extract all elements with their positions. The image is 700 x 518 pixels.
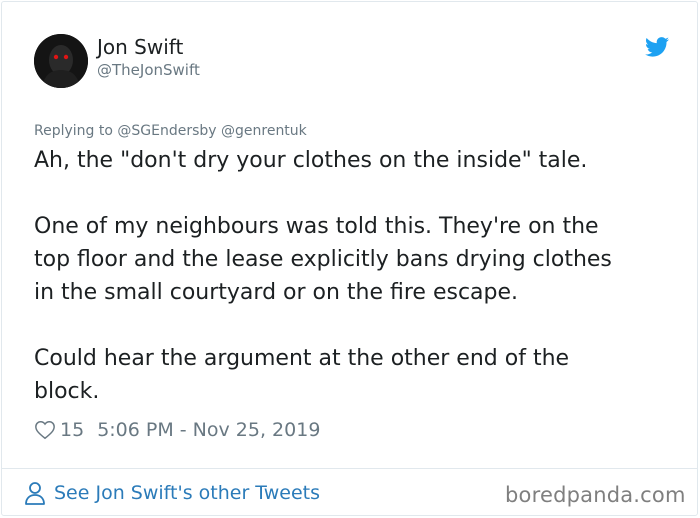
like-count[interactable]: 15 — [60, 419, 84, 441]
tweet-body: Ah, the "don't dry your clothes on the i… — [34, 144, 684, 408]
see-other-tweets-link[interactable]: See Jon Swift's other Tweets — [24, 481, 320, 505]
tweet-card: Jon Swift @TheJonSwift Replying to @SGEn… — [1, 1, 698, 516]
see-other-tweets-label[interactable]: See Jon Swift's other Tweets — [54, 482, 320, 504]
author-name[interactable]: Jon Swift — [97, 35, 183, 59]
tweet-text-line: block. — [34, 379, 100, 404]
twitter-bird-icon[interactable] — [645, 37, 669, 57]
person-outline-icon — [25, 482, 45, 505]
tweet-text-line: Ah, the "don't dry your clothes on the i… — [34, 148, 588, 173]
tweet-text-line: Could hear the argument at the other end… — [34, 346, 570, 371]
tweet-text-line: One of my neighbours was told this. They… — [34, 214, 599, 239]
footer-divider — [1, 468, 698, 469]
tweet-text-line: top floor and the lease explicitly bans … — [34, 247, 612, 272]
tweet-text-line: in the small courtyard or on the fire es… — [34, 280, 519, 305]
watermark: boredpanda.com — [505, 483, 686, 507]
replying-to[interactable]: Replying to @SGEndersby @genrentuk — [34, 123, 307, 139]
heart-outline-icon[interactable] — [34, 419, 56, 441]
author-handle[interactable]: @TheJonSwift — [97, 61, 200, 79]
avatar-image — [34, 34, 88, 88]
tweet-timestamp[interactable]: 5:06 PM - Nov 25, 2019 — [97, 419, 320, 441]
avatar[interactable] — [34, 34, 88, 88]
tweet-meta: 15 5:06 PM - Nov 25, 2019 — [34, 419, 320, 441]
